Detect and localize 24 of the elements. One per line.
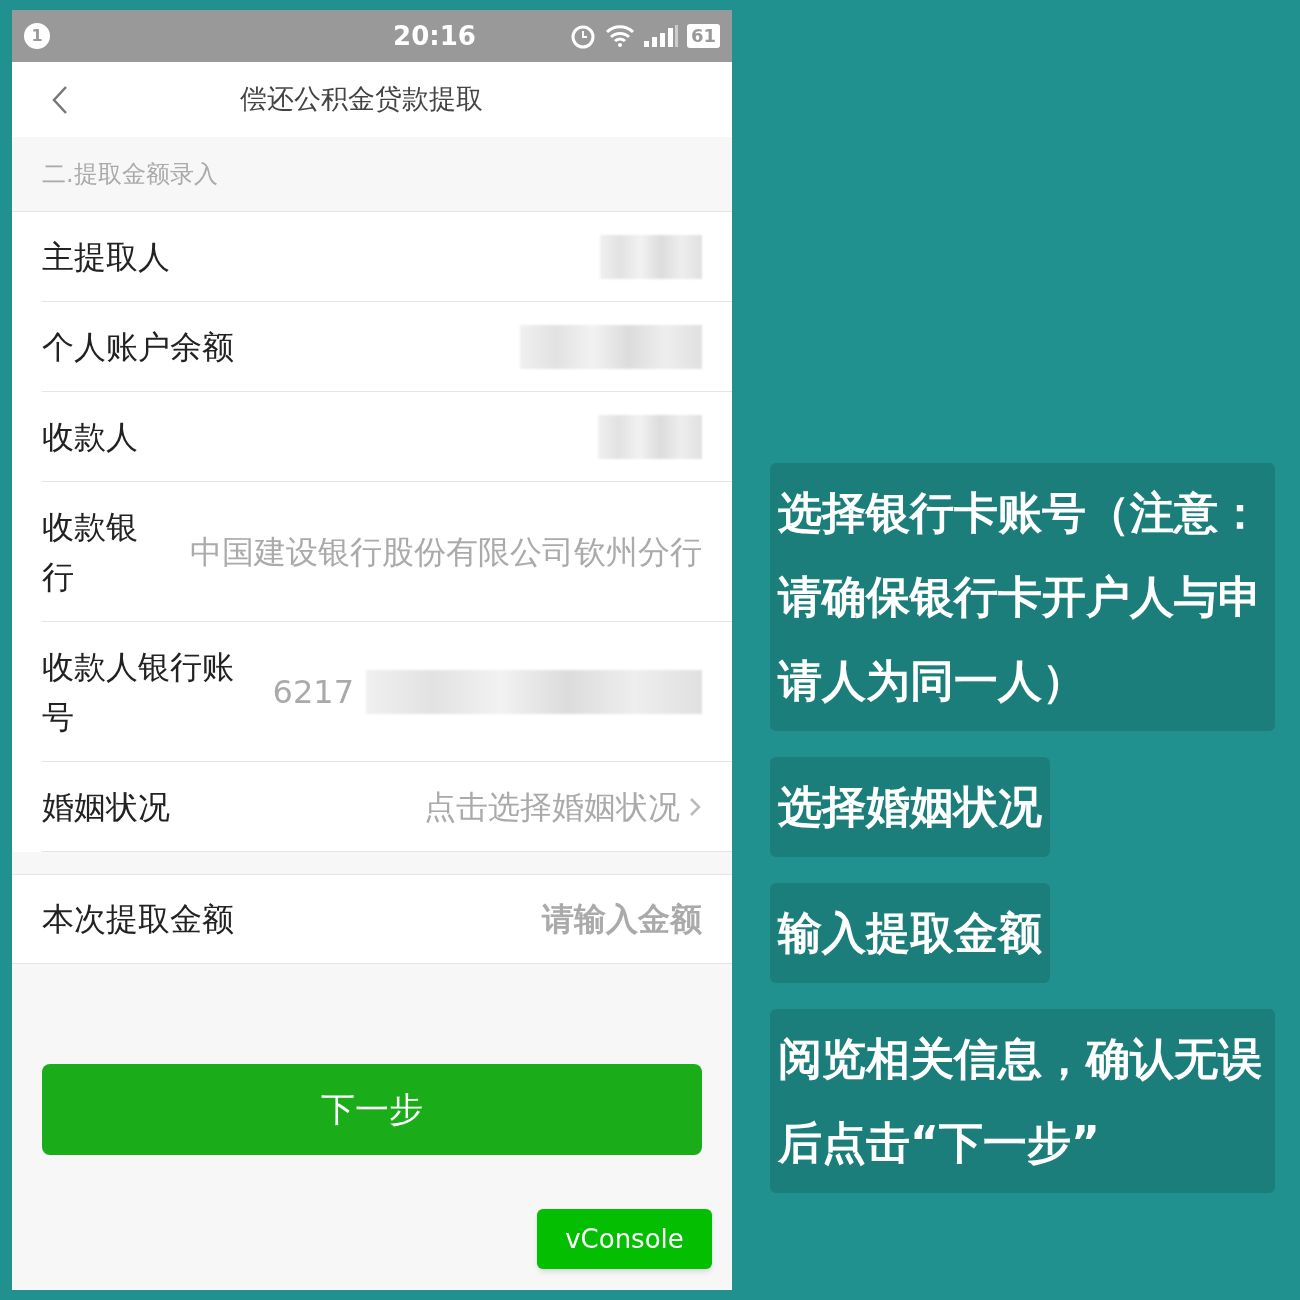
row-label: 婚姻状况 — [42, 786, 170, 828]
row-label: 收款人 — [42, 416, 138, 458]
row-label: 本次提取金额 — [42, 899, 234, 940]
next-button[interactable]: 下一步 — [42, 1064, 702, 1155]
row-value: 6217 — [272, 671, 354, 713]
marital-status-select[interactable]: 点击选择婚姻状况 — [424, 782, 702, 831]
row-label: 主提取人 — [42, 236, 170, 278]
signal-icon — [642, 25, 679, 47]
annotation-callout: 阅览相关信息，确认无误后点击“下一步” — [770, 1009, 1275, 1193]
row-value: 中国建设银行股份有限公司钦州分行 — [190, 531, 702, 573]
page-title: 偿还公积金贷款提取 — [240, 82, 483, 117]
section-header: 二.提取金额录入 — [42, 159, 218, 190]
row-label: 个人账户余额 — [42, 326, 234, 368]
notification-badge: 1 — [24, 23, 50, 49]
clock: 20:16 — [393, 19, 476, 53]
annotation-callout: 选择银行卡账号（注意：请确保银行卡开户人与申请人为同一人） — [770, 463, 1275, 731]
vconsole-button[interactable]: vConsole — [537, 1209, 712, 1269]
row-label: 收款人银行账号 — [42, 646, 235, 738]
annotation-callout: 输入提取金额 — [770, 883, 1050, 983]
battery-indicator: 61 — [686, 24, 720, 48]
annotation-callout: 选择婚姻状况 — [770, 757, 1050, 857]
wifi-icon — [604, 24, 635, 48]
amount-input[interactable]: 请输入金额 — [402, 895, 702, 943]
row-label: 收款银行 — [42, 506, 139, 598]
